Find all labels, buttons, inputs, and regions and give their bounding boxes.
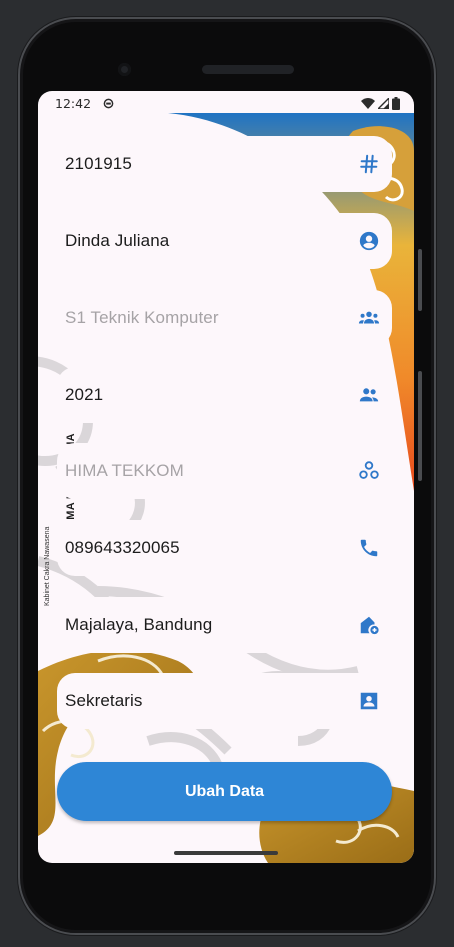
phone-icon	[358, 537, 380, 559]
field-value: Dinda Juliana	[65, 231, 170, 250]
hash-icon	[358, 153, 380, 175]
field-value: 089643320065	[65, 538, 180, 557]
field-value: 2021	[65, 385, 104, 404]
signal-icon	[378, 97, 389, 109]
front-camera	[118, 63, 131, 76]
workspaces-icon	[358, 460, 380, 482]
year-field[interactable]: 2021	[57, 367, 392, 423]
field-value: Sekretaris	[65, 691, 143, 710]
account-circle-icon	[358, 230, 380, 252]
people-icon	[358, 384, 380, 406]
side-caption-small: Kabinet Cakra Nawasena	[44, 526, 51, 606]
status-bar: 12:42	[38, 91, 414, 115]
field-value: Majalaya, Bandung	[65, 615, 213, 634]
nim-field[interactable]: 2101915	[57, 136, 392, 192]
field-value: HIMA TEKKOM	[65, 461, 184, 480]
phone-field[interactable]: 089643320065	[57, 520, 392, 576]
name-field[interactable]: Dinda Juliana	[57, 213, 392, 269]
update-data-button[interactable]: Ubah Data	[57, 762, 392, 821]
position-field[interactable]: Sekretaris	[57, 673, 392, 729]
power-button	[418, 371, 422, 481]
status-time: 12:42	[55, 95, 92, 111]
field-value: 2101915	[65, 154, 132, 173]
field-value: S1 Teknik Komputer	[65, 308, 219, 327]
gesture-nav-handle[interactable]	[174, 851, 278, 855]
add-home-icon	[358, 614, 380, 636]
earpiece-speaker	[202, 65, 294, 74]
volume-button	[418, 249, 422, 311]
contact-card-icon	[358, 690, 380, 712]
major-field[interactable]: S1 Teknik Komputer	[57, 290, 392, 346]
battery-icon	[392, 96, 400, 110]
groups-icon	[358, 307, 380, 329]
address-field[interactable]: Majalaya, Bandung	[57, 597, 392, 653]
app-screen: 12:42 AMA NAWASENA Kabinet Cakra Nawasen…	[38, 91, 414, 863]
organization-field[interactable]: HIMA TEKKOM	[57, 443, 392, 499]
sync-icon	[103, 98, 114, 109]
wifi-icon	[361, 97, 375, 109]
